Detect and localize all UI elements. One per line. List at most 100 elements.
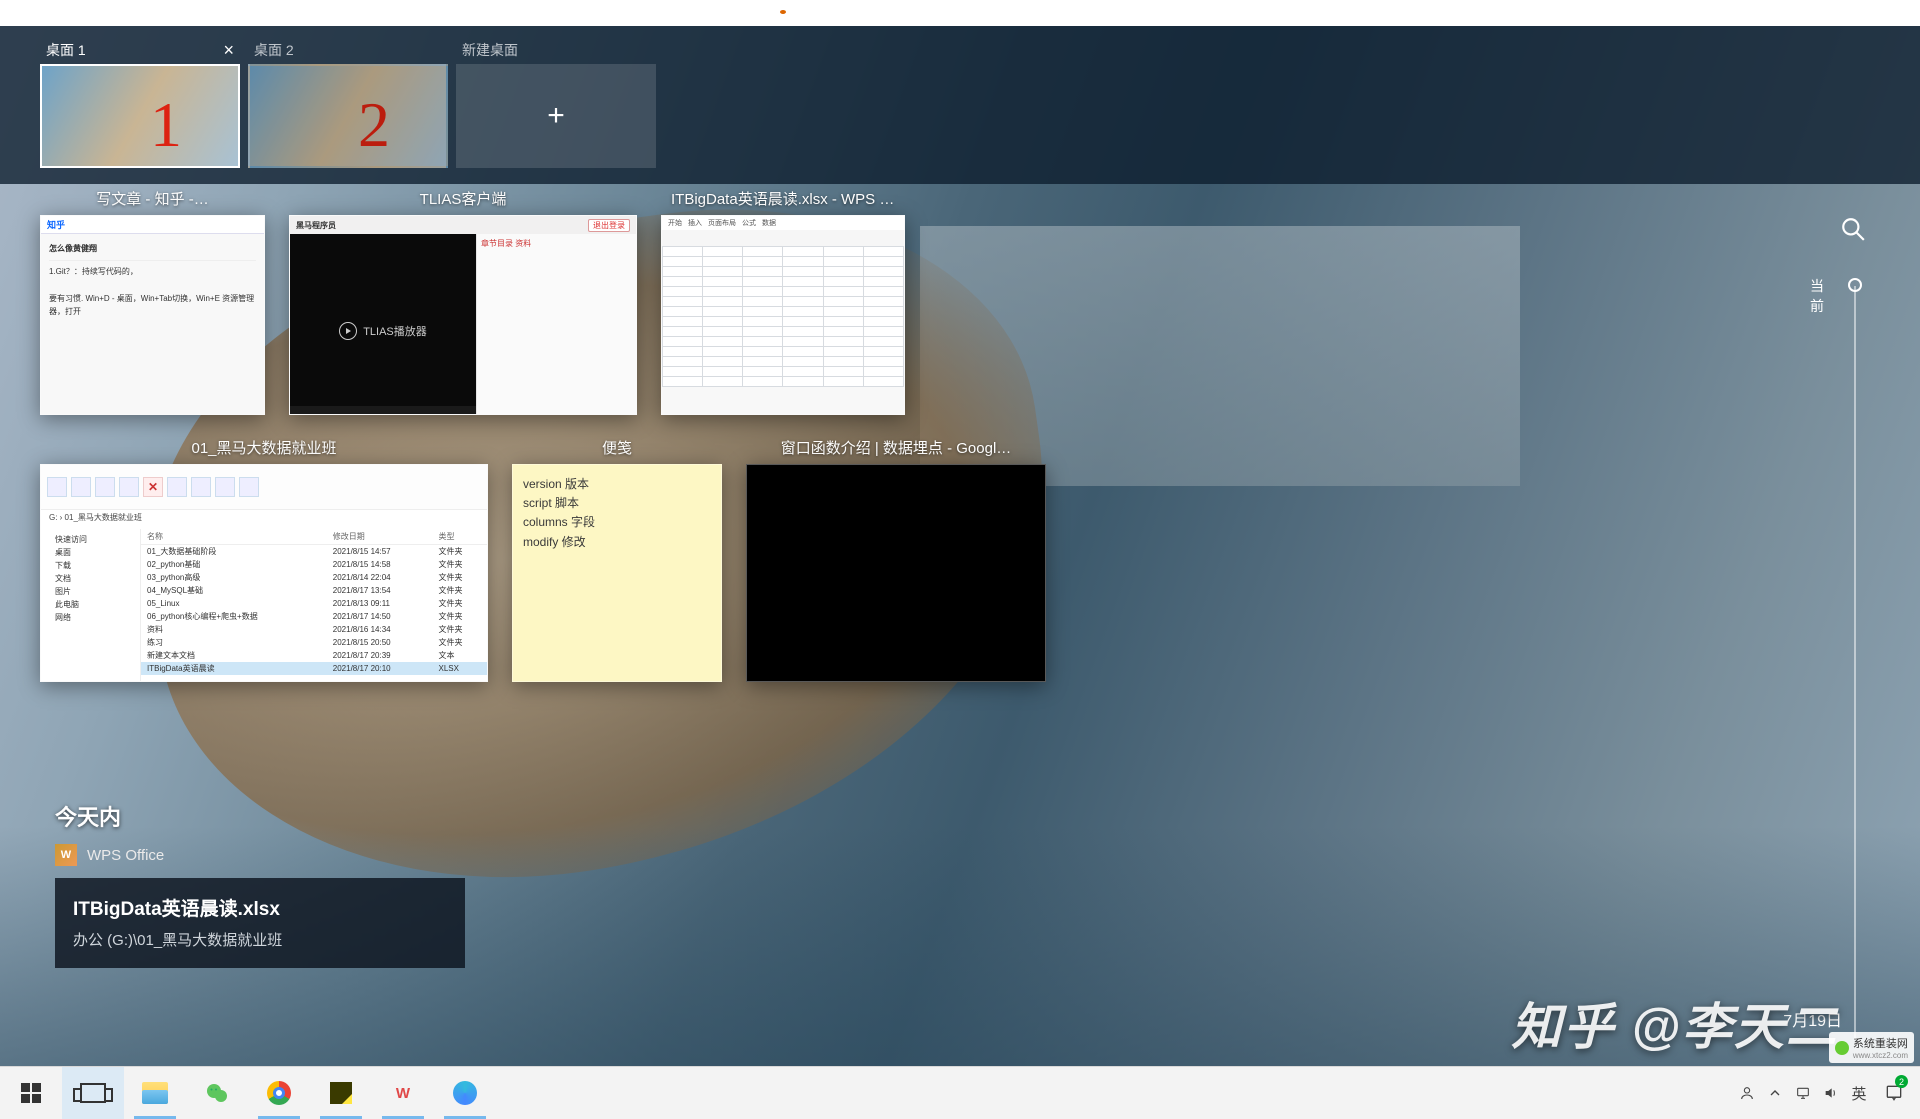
- tray-notifications-button[interactable]: 2: [1874, 1067, 1914, 1119]
- table-row[interactable]: ITBigData英语晨读2021/8/17 20:10XLSX: [141, 662, 487, 675]
- breadcrumb[interactable]: G: › 01_黑马大数据就业班: [41, 509, 487, 529]
- file-explorer-icon: [142, 1082, 168, 1104]
- window-zhihu-article[interactable]: 写文章 - 知乎 -… 知乎 怎么像黄健翔 1.Git？：持续写代码的， 要有习…: [40, 184, 265, 415]
- timeline-activity-card[interactable]: ITBigData英语晨读.xlsx 办公 (G:)\01_黑马大数据就业班: [55, 878, 465, 968]
- red-marker-dot: [780, 10, 786, 14]
- virtual-desktop-1[interactable]: 桌面 1 × 1: [40, 36, 240, 168]
- window-wps-spreadsheet[interactable]: ITBigData英语晨读.xlsx - WPS Office 开始 插入 页面…: [661, 184, 905, 415]
- virtual-desktop-label: 桌面 1: [46, 40, 86, 60]
- plus-icon: +: [547, 99, 565, 133]
- delete-icon[interactable]: ✕: [143, 477, 163, 497]
- desktop-number-mark: 2: [358, 88, 390, 162]
- logout-button[interactable]: 退出登录: [588, 219, 630, 232]
- tlias-brand: 黑马程序员: [296, 220, 336, 231]
- article-text: 要有习惯. Win+D - 桌面，Win+Tab切换，Win+E 资源管理器，打…: [49, 292, 256, 319]
- window-title: TLIAS客户端: [289, 184, 637, 215]
- site-logo-icon: [1835, 1041, 1849, 1055]
- site-watermark: 系统重装网 www.xtcz2.com: [1829, 1032, 1914, 1063]
- cut-icon[interactable]: [119, 477, 139, 497]
- timeline-card-title: ITBigData英语晨读.xlsx: [73, 894, 447, 921]
- paste-icon[interactable]: [95, 477, 115, 497]
- sticky-note-icon: [330, 1082, 352, 1104]
- table-row[interactable]: 05_Linux2021/8/13 09:11文件夹: [141, 597, 487, 610]
- new-desktop-button[interactable]: 新建桌面 +: [456, 36, 656, 168]
- table-row[interactable]: 练习2021/8/15 20:50文件夹: [141, 636, 487, 649]
- properties-icon[interactable]: [215, 477, 235, 497]
- start-button[interactable]: [0, 1067, 62, 1119]
- window-title: 01_黑马大数据就业班: [40, 433, 488, 464]
- table-row[interactable]: 资料2021/8/16 14:34文件夹: [141, 623, 487, 636]
- tray-ime-indicator[interactable]: 英: [1846, 1067, 1872, 1119]
- copy-icon[interactable]: [71, 477, 91, 497]
- browser-chrome-strip: [0, 0, 1920, 26]
- timeline-app-label: WPS Office: [87, 847, 164, 864]
- timeline-app-row: W WPS Office: [55, 844, 164, 866]
- table-row[interactable]: 03_python高级2021/8/14 22:04文件夹: [141, 571, 487, 584]
- taskbar-app-tlias[interactable]: [434, 1067, 496, 1119]
- table-row[interactable]: 02_python基础2021/8/15 14:58文件夹: [141, 558, 487, 571]
- close-icon[interactable]: ×: [223, 40, 234, 61]
- tray-volume-icon[interactable]: [1818, 1067, 1844, 1119]
- article-text: 1.Git？：持续写代码的，: [49, 265, 256, 279]
- taskbar-app-explorer[interactable]: [124, 1067, 186, 1119]
- player-label: TLIAS播放器: [363, 323, 427, 339]
- article-heading: 怎么像黄健翔: [49, 242, 256, 256]
- window-sticky-note[interactable]: 便笺 version 版本 script 脚本 columns 字段 modif…: [512, 433, 722, 682]
- virtual-desktop-2[interactable]: 桌面 2 2: [248, 36, 448, 168]
- timeline-track[interactable]: [1854, 286, 1856, 1039]
- virtual-desktop-label: 桌面 2: [254, 40, 294, 60]
- file-list[interactable]: 名称 修改日期 类型 01_大数据基础阶段2021/8/15 14:57文件夹0…: [141, 529, 487, 681]
- pin-icon[interactable]: [47, 477, 67, 497]
- window-title: 便笺: [512, 433, 722, 464]
- window-chrome-article[interactable]: 窗口函数介绍 | 数据埋点 - Googl…: [746, 433, 1046, 682]
- ribbon-tabs[interactable]: 开始 插入 页面布局 公式 数据: [662, 216, 904, 230]
- window-tlias-client[interactable]: TLIAS客户端 黑马程序员 退出登录 TLIAS播放器 ■ ◀◀ ▶ ▶▶: [289, 184, 637, 415]
- tray-chevron-up-icon[interactable]: [1762, 1067, 1788, 1119]
- desktop-number-mark: 1: [150, 88, 182, 162]
- timeline-now-marker[interactable]: [1848, 278, 1862, 292]
- explorer-tree[interactable]: 快速访问 桌面 下载 文档 图片 此电脑 网络: [41, 529, 141, 681]
- wechat-icon: [205, 1081, 229, 1105]
- taskbar-app-wechat[interactable]: [186, 1067, 248, 1119]
- table-row[interactable]: 01_大数据基础阶段2021/8/15 14:57文件夹: [141, 545, 487, 559]
- play-icon: [339, 322, 357, 340]
- chrome-icon: [267, 1081, 291, 1105]
- taskbar[interactable]: W 英 2: [0, 1066, 1920, 1119]
- select-icon[interactable]: [239, 477, 259, 497]
- notification-badge: 2: [1895, 1075, 1908, 1088]
- rename-icon[interactable]: [167, 477, 187, 497]
- window-title: 窗口函数介绍 | 数据埋点 - Googl…: [746, 433, 1046, 464]
- explorer-ribbon[interactable]: ✕: [41, 465, 487, 509]
- wps-icon: W: [55, 844, 77, 866]
- zhihu-logo: 知乎: [47, 218, 65, 231]
- table-row[interactable]: 04_MySQL基础2021/8/17 13:54文件夹: [141, 584, 487, 597]
- player-controls[interactable]: ■ ◀◀ ▶ ▶▶: [290, 406, 476, 415]
- timeline-scrollbar[interactable]: 当前 7月19日: [1810, 216, 1870, 1039]
- timeline-now-label: 当前: [1810, 276, 1834, 316]
- task-view-button[interactable]: [62, 1067, 124, 1119]
- tlias-app-icon: [453, 1081, 477, 1105]
- spreadsheet-grid[interactable]: [662, 246, 904, 387]
- taskbar-app-chrome[interactable]: [248, 1067, 310, 1119]
- task-view-icon: [80, 1083, 106, 1103]
- new-desktop-label: 新建桌面: [462, 40, 518, 60]
- watermark-text: 知乎 @李天二: [1511, 987, 1838, 1059]
- table-row[interactable]: 06_python核心编程+爬虫+数据2021/8/17 14:50文件夹: [141, 610, 487, 623]
- search-icon[interactable]: [1840, 216, 1866, 242]
- windows-logo-icon: [21, 1083, 41, 1103]
- timeline-card-path: 办公 (G:)\01_黑马大数据就业班: [73, 929, 447, 950]
- video-player[interactable]: TLIAS播放器 ■ ◀◀ ▶ ▶▶: [290, 234, 476, 415]
- sticky-note-body[interactable]: version 版本 script 脚本 columns 字段 modify 修…: [512, 464, 722, 682]
- wps-app-icon: W: [391, 1081, 415, 1105]
- timeline-section-header: 今天内: [55, 800, 121, 832]
- blank-dark-content: [746, 464, 1046, 682]
- window-title: ITBigData英语晨读.xlsx - WPS Office: [661, 184, 905, 215]
- chapter-sidebar[interactable]: 章节目录 资料: [476, 234, 636, 415]
- taskbar-app-sticky[interactable]: [310, 1067, 372, 1119]
- taskbar-app-wps[interactable]: W: [372, 1067, 434, 1119]
- newfolder-icon[interactable]: [191, 477, 211, 497]
- tray-network-icon[interactable]: [1790, 1067, 1816, 1119]
- window-file-explorer[interactable]: 01_黑马大数据就业班 ✕ G: › 01_黑马大数据就业班: [40, 433, 488, 682]
- table-row[interactable]: 新建文本文档2021/8/17 20:39文本: [141, 649, 487, 662]
- tray-people-icon[interactable]: [1734, 1067, 1760, 1119]
